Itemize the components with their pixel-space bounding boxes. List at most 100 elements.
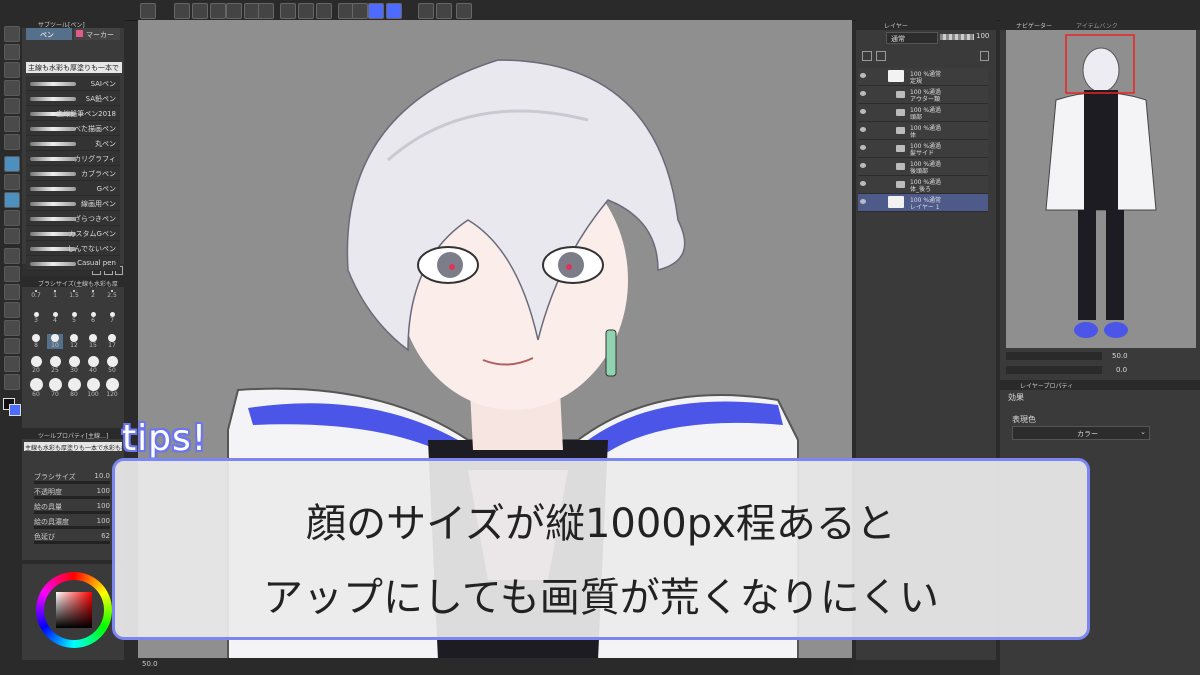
brush-size-option[interactable]: 15: [85, 334, 101, 349]
eyedropper-icon[interactable]: [4, 134, 20, 150]
save-icon[interactable]: [210, 3, 226, 19]
brush-size-option[interactable]: 3: [28, 312, 44, 324]
brush-size-option[interactable]: 7: [104, 312, 120, 324]
gradient-icon[interactable]: [4, 302, 20, 318]
brush-size-option[interactable]: 50: [104, 356, 120, 374]
brush-item[interactable]: カリグラフィ: [26, 151, 120, 166]
new-file-icon[interactable]: [174, 3, 190, 19]
settings-icon[interactable]: [258, 3, 274, 19]
brush-item[interactable]: ざらつきペン: [26, 211, 120, 226]
layer-row[interactable]: 100 %通常 定規: [858, 68, 988, 86]
fill-tool-icon[interactable]: [4, 284, 20, 300]
move-layer-icon[interactable]: [4, 80, 20, 96]
brush-size-option[interactable]: 120: [104, 378, 120, 398]
layer-row[interactable]: 100 %通過 髪サイド: [858, 140, 988, 158]
balloon-icon[interactable]: [4, 356, 20, 372]
layer-row[interactable]: 100 %通過 頭部: [858, 104, 988, 122]
phone-icon[interactable]: [418, 3, 434, 19]
layer-row[interactable]: 100 %通過体: [858, 122, 988, 140]
navigator-zoom-value[interactable]: 50.0: [1112, 352, 1128, 360]
brush-size-option[interactable]: 6: [85, 312, 101, 324]
opacity-slider[interactable]: [940, 34, 974, 40]
ruler-tool-icon[interactable]: [4, 374, 20, 390]
tool-property-row[interactable]: 絵の具濃度 100: [34, 517, 110, 529]
home-icon[interactable]: [140, 3, 156, 19]
brush-size-option[interactable]: 12: [66, 334, 82, 349]
tool-property-slider[interactable]: [34, 526, 110, 529]
layer-row[interactable]: 100 %通常 レイヤー 1: [858, 194, 988, 212]
zoom-tool-icon[interactable]: [4, 26, 20, 42]
navigator-tab-label[interactable]: ナビゲーター: [1016, 21, 1052, 30]
marker-tab[interactable]: マーカー: [74, 28, 120, 40]
brush-item[interactable]: 主線鉛筆ペン2018: [26, 106, 120, 121]
brush-size-option[interactable]: 40: [85, 356, 101, 374]
decoration-icon[interactable]: [4, 228, 20, 244]
brush-item[interactable]: Gペン: [26, 181, 120, 196]
tool-property-slider[interactable]: [34, 541, 110, 544]
brush-size-option[interactable]: 20: [28, 356, 44, 374]
tool-property-slider[interactable]: [34, 481, 110, 484]
visibility-eye-icon[interactable]: [860, 181, 866, 186]
blend-mode-select[interactable]: 通常: [886, 32, 938, 44]
selection-icon[interactable]: [4, 98, 20, 114]
brush-size-option[interactable]: 60: [28, 378, 44, 398]
brush-item[interactable]: SAIペン: [26, 76, 120, 91]
navigator-zoom-slider[interactable]: [1006, 352, 1102, 360]
eraser-icon[interactable]: [4, 248, 20, 264]
snap-special-icon[interactable]: [368, 3, 384, 19]
layer-row[interactable]: 100 %通過 アウター類: [858, 86, 988, 104]
open-file-icon[interactable]: [192, 3, 208, 19]
brush-item[interactable]: カブラペン: [26, 166, 120, 181]
new-folder-icon[interactable]: [876, 51, 886, 61]
visibility-eye-icon[interactable]: [860, 73, 866, 78]
pen-tool-icon[interactable]: [4, 156, 20, 172]
brush-size-option[interactable]: 0.7: [28, 290, 44, 299]
pen-tab[interactable]: ペン: [26, 28, 72, 40]
airbrush-icon[interactable]: [4, 210, 20, 226]
tool-property-row[interactable]: ブラシサイズ 10.0: [34, 472, 110, 484]
layer-row[interactable]: 100 %通過 後頭部: [858, 158, 988, 176]
visibility-eye-icon[interactable]: [860, 145, 866, 150]
figure-icon[interactable]: [4, 320, 20, 336]
tool-property-slider[interactable]: [34, 511, 110, 514]
saturation-value-square[interactable]: [56, 592, 92, 628]
brush-item[interactable]: べた描画ペン: [26, 121, 120, 136]
brush-size-option[interactable]: 5: [66, 312, 82, 324]
brush-size-option[interactable]: 1: [47, 290, 63, 299]
tool-property-row[interactable]: 色延び 62: [34, 532, 110, 544]
brush-size-option[interactable]: 30: [66, 356, 82, 374]
move-tool-icon[interactable]: [4, 44, 20, 60]
status-zoom[interactable]: 50.0: [142, 660, 158, 668]
color-wheel[interactable]: [36, 572, 112, 648]
brush-item[interactable]: Casual pen: [26, 256, 120, 271]
navigator-rotation-slider[interactable]: [1006, 366, 1102, 374]
fill-icon[interactable]: [298, 3, 314, 19]
brush-size-option[interactable]: 25: [47, 356, 63, 374]
text-tool-icon[interactable]: [4, 338, 20, 354]
brush-item[interactable]: 丸ペン: [26, 136, 120, 151]
brush-size-option[interactable]: 2.5: [104, 290, 120, 299]
brush-size-option[interactable]: 4: [47, 312, 63, 324]
visibility-eye-icon[interactable]: [860, 91, 866, 96]
snap-grid-icon[interactable]: [352, 3, 368, 19]
brush-size-option[interactable]: 17: [104, 334, 120, 349]
navigator-rotation-value[interactable]: 0.0: [1116, 366, 1127, 374]
undo-icon[interactable]: [226, 3, 242, 19]
blend-icon[interactable]: [4, 266, 20, 282]
layer-row[interactable]: 100 %通過 体_後ろ: [858, 176, 988, 194]
opacity-value[interactable]: 100: [976, 32, 989, 40]
brush-size-option[interactable]: 10: [47, 334, 63, 349]
brush-size-option[interactable]: 2: [85, 290, 101, 299]
snap-special-icon-2[interactable]: [386, 3, 402, 19]
extra-icon[interactable]: [456, 3, 472, 19]
tool-property-slider[interactable]: [34, 496, 110, 499]
brush-size-option[interactable]: 80: [66, 378, 82, 398]
brush-item[interactable]: 線画用ペン: [26, 196, 120, 211]
expression-color-select[interactable]: カラー ⌄: [1012, 426, 1150, 440]
visibility-eye-icon[interactable]: [860, 127, 866, 132]
operation-tool-icon[interactable]: [4, 62, 20, 78]
palette-icon[interactable]: [436, 3, 452, 19]
lasso-icon[interactable]: [4, 116, 20, 132]
pencil-tool-icon[interactable]: [4, 174, 20, 190]
brush-size-option[interactable]: 100: [85, 378, 101, 398]
